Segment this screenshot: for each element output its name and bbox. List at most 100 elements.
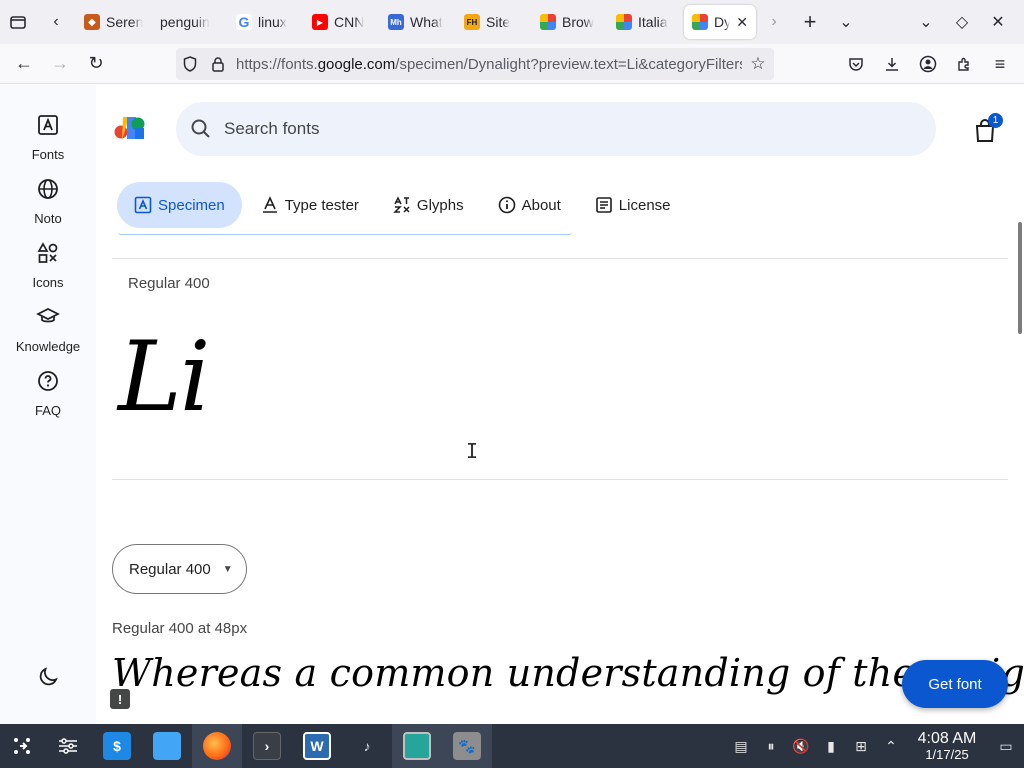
dark-mode-icon[interactable]	[36, 665, 60, 689]
page-scrollbar[interactable]	[1018, 222, 1022, 334]
extensions-icon[interactable]	[946, 48, 982, 80]
text-cursor-icon: I	[466, 439, 479, 463]
settings-sliders-icon[interactable]	[44, 724, 92, 768]
show-desktop-icon[interactable]: ▭	[988, 724, 1024, 768]
url-text[interactable]: https://fonts.google.com/specimen/Dynali…	[232, 56, 742, 73]
weight-select-dropdown[interactable]: Regular 400 ▼	[112, 544, 247, 594]
reload-icon[interactable]: ↻	[78, 48, 114, 80]
screenshot-app-icon[interactable]	[392, 724, 442, 768]
divider	[112, 258, 1008, 259]
globe-icon	[38, 179, 58, 199]
tab-overview-icon[interactable]	[0, 4, 36, 40]
browser-tab-6[interactable]: FH Site	[456, 5, 532, 39]
url-path: /specimen/Dynalight?preview.text=Li&cate…	[395, 55, 742, 73]
gimp-icon[interactable]: 🐾	[442, 724, 492, 768]
account-icon[interactable]	[910, 48, 946, 80]
hamburger-menu-icon[interactable]: ≡	[982, 48, 1018, 80]
bookmark-star-icon[interactable]: ☆	[742, 54, 774, 74]
tab-label: Glyphs	[416, 196, 464, 214]
browser-tab-5[interactable]: Mh What	[380, 5, 456, 39]
shapes-icon	[37, 242, 58, 263]
browser-tab-3[interactable]: G linux	[228, 5, 304, 39]
clock-time: 4:08 AM	[917, 729, 977, 747]
url-domain: google.com	[317, 55, 396, 73]
url-prefix: https://fonts.	[236, 55, 318, 73]
browser-nav-bar: ← → ↻ https://fonts.google.com/specimen/…	[0, 44, 1024, 84]
store-app-icon[interactable]: $	[92, 724, 142, 768]
tracking-shield-icon[interactable]	[176, 56, 204, 72]
size-label: Regular 400 at 48px	[112, 620, 248, 637]
browser-tab-1[interactable]: ◆ Seren	[76, 5, 152, 39]
tab-title: Brow	[562, 14, 594, 30]
browser-tab-strip: ‹ ◆ Seren penguin G linux ▶ CNN Mh What …	[0, 0, 1024, 44]
clipboard-icon[interactable]: ▤	[726, 724, 756, 768]
back-arrow-icon[interactable]: ←	[6, 48, 42, 80]
search-input[interactable]	[224, 119, 824, 139]
sidebar: Fonts Noto Icons Knowledge FAQ	[0, 85, 96, 724]
tab-label: Specimen	[158, 196, 225, 214]
tab-scroll-right-icon[interactable]: ›	[756, 4, 792, 40]
browser-tab-8[interactable]: Italia	[608, 5, 684, 39]
file-manager-icon[interactable]	[142, 724, 192, 768]
maximize-icon[interactable]: ◇	[944, 4, 980, 40]
download-icon[interactable]	[874, 48, 910, 80]
search-bar[interactable]	[176, 102, 936, 156]
chevron-up-icon[interactable]: ⌃	[876, 724, 906, 768]
sidebar-item-icons[interactable]: Icons	[0, 241, 96, 290]
tab-about[interactable]: About	[481, 182, 578, 228]
vm-app-icon[interactable]: W	[292, 724, 342, 768]
google-fonts-favicon-icon	[540, 14, 556, 30]
window-close-icon[interactable]: ✕	[980, 4, 1016, 40]
audio-app-icon[interactable]: ♪	[342, 724, 392, 768]
firefox-icon[interactable]	[192, 724, 242, 768]
minimize-icon[interactable]: ⌄	[908, 4, 944, 40]
browser-tab-active[interactable]: Dy ✕	[684, 5, 756, 39]
pocket-icon[interactable]	[838, 48, 874, 80]
font-preview-text[interactable]: Li	[118, 321, 210, 433]
close-tab-icon[interactable]: ✕	[736, 14, 748, 31]
clock[interactable]: 4:08 AM 1/17/25	[906, 729, 988, 761]
tab-type-tester[interactable]: Type tester	[244, 182, 376, 228]
sidebar-item-fonts[interactable]: Fonts	[0, 113, 96, 162]
url-bar[interactable]: https://fonts.google.com/specimen/Dynali…	[176, 48, 774, 80]
google-fonts-logo[interactable]	[113, 116, 145, 140]
usb-drive-icon[interactable]: ▮	[816, 724, 846, 768]
sidebar-item-noto[interactable]: Noto	[0, 177, 96, 226]
forward-arrow-icon[interactable]: →	[42, 48, 78, 80]
tab-specimen[interactable]: Specimen	[117, 182, 242, 228]
graduation-cap-icon	[36, 308, 60, 323]
tab-glyphs[interactable]: Glyphs	[376, 182, 481, 228]
sidebar-item-label: FAQ	[34, 403, 61, 418]
style-label: Regular 400	[128, 275, 210, 292]
browser-tab-7[interactable]: Brow	[532, 5, 608, 39]
get-font-button[interactable]: Get font	[902, 660, 1008, 708]
browser-tab-2[interactable]: penguin	[152, 5, 228, 39]
info-icon	[498, 196, 515, 214]
tab-label: About	[521, 196, 561, 214]
tab-title: CNN	[334, 14, 365, 30]
new-tab-icon[interactable]: +	[792, 4, 828, 40]
tab-title: penguin	[160, 14, 210, 30]
sidebar-item-faq[interactable]: FAQ	[0, 369, 96, 418]
divider	[112, 479, 1008, 480]
tab-scroll-left-icon[interactable]: ‹	[36, 4, 76, 40]
browser-tab-4[interactable]: ▶ CNN	[304, 5, 380, 39]
network-icon[interactable]: ⊞	[846, 724, 876, 768]
pause-icon[interactable]: ⏸	[756, 724, 786, 768]
app-launcher-icon[interactable]	[0, 724, 44, 768]
sidebar-item-label: Fonts	[31, 147, 65, 162]
lock-icon[interactable]	[204, 56, 232, 72]
volume-muted-icon[interactable]: 🔇	[786, 724, 816, 768]
search-icon	[191, 119, 210, 138]
tab-license[interactable]: License	[578, 182, 688, 228]
feedback-icon[interactable]: !	[110, 689, 130, 709]
fonts-icon	[38, 115, 58, 135]
terminal-icon[interactable]: ›	[242, 724, 292, 768]
tab-title: What	[410, 14, 443, 30]
sample-text[interactable]: Whereas a common understanding of these …	[112, 651, 1024, 695]
sidebar-item-knowledge[interactable]: Knowledge	[0, 305, 96, 354]
chevron-down-icon[interactable]: ⌄	[828, 4, 864, 40]
tab-title: Italia	[638, 14, 668, 30]
weight-select-value: Regular 400	[129, 560, 211, 578]
help-icon	[38, 371, 58, 391]
